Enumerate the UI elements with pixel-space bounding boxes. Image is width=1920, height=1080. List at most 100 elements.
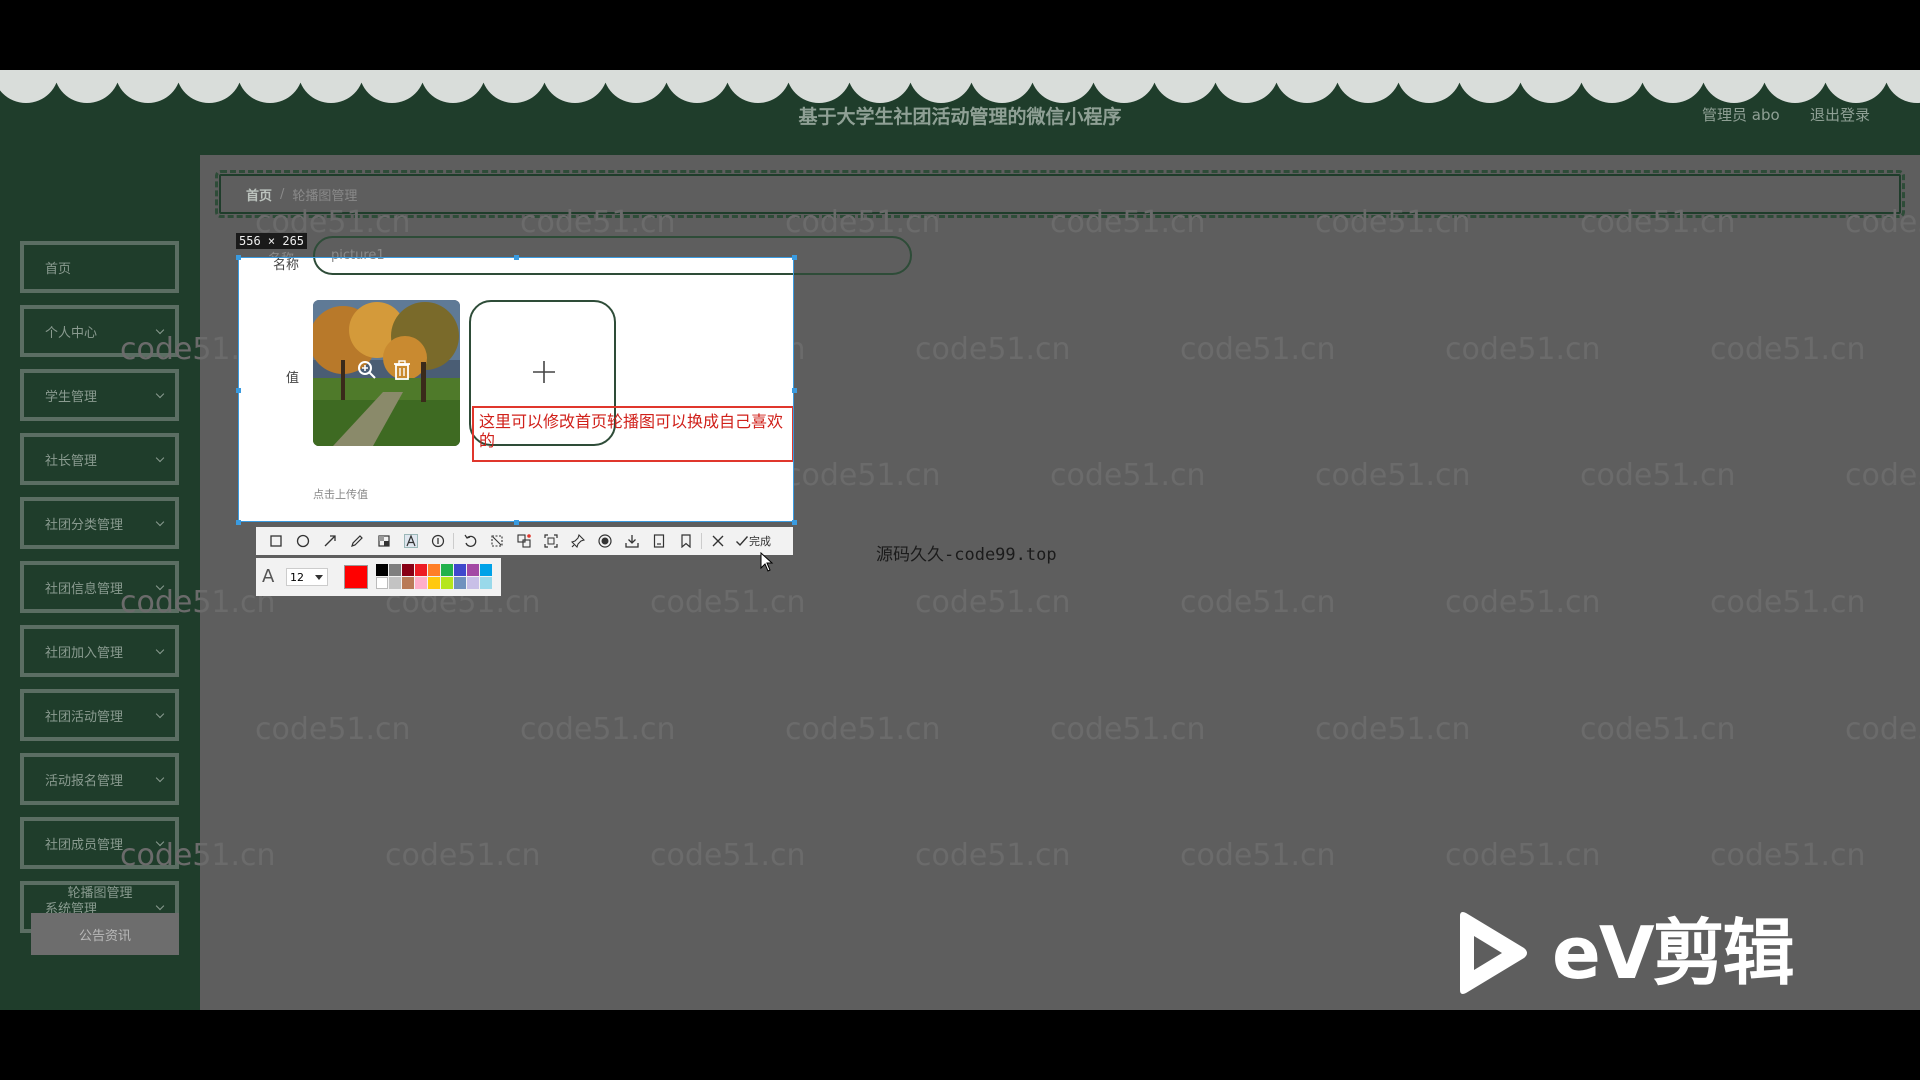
watermark-text: code51.cn <box>1050 205 1206 240</box>
bookmark-tool-button[interactable] <box>672 527 699 555</box>
font-size-select[interactable]: 12 <box>286 568 328 586</box>
serial-number-tool-button[interactable] <box>424 527 451 555</box>
color-swatch[interactable] <box>402 564 414 576</box>
resize-handle[interactable] <box>514 255 519 260</box>
color-swatch[interactable] <box>389 564 401 576</box>
watermark-text: code51.cn <box>1710 332 1866 367</box>
sidebar-item-label: 社团活动管理 <box>45 709 124 725</box>
scallop-shape <box>1884 70 1920 103</box>
sidebar-item-label: 学生管理 <box>45 389 98 405</box>
scallop-shape <box>1091 70 1157 103</box>
pin-tool-button[interactable] <box>564 527 591 555</box>
sidebar-item-label: 社团信息管理 <box>45 581 124 597</box>
color-swatch[interactable] <box>454 564 466 576</box>
scallop-shape <box>847 70 913 103</box>
ellipse-tool-button[interactable] <box>289 527 316 555</box>
scallop-shape <box>1396 70 1462 103</box>
text-tool-button[interactable] <box>397 527 424 555</box>
redo-icon <box>490 535 503 547</box>
scallop-shape <box>1274 70 1340 103</box>
scallop-shape <box>1152 70 1218 103</box>
color-swatch[interactable] <box>402 577 414 589</box>
sidebar-item[interactable]: 社团加入管理 <box>20 625 179 677</box>
sidebar-item-label: 社长管理 <box>45 453 98 469</box>
watermark-text: code51.cn <box>1580 205 1736 240</box>
chevron-down-icon <box>155 453 165 463</box>
resize-handle[interactable] <box>236 520 241 525</box>
color-swatch[interactable] <box>441 564 453 576</box>
color-swatch[interactable] <box>428 564 440 576</box>
resize-handle[interactable] <box>236 387 241 393</box>
save-tool-button[interactable] <box>645 527 672 555</box>
sidebar-item[interactable]: 活动报名管理 <box>20 753 179 805</box>
record-tool-button[interactable] <box>591 527 618 555</box>
sidebar-item[interactable]: 社长管理 <box>20 433 179 485</box>
value-field-label: 值 <box>285 371 299 386</box>
color-swatch[interactable] <box>376 564 388 576</box>
done-button[interactable]: 完成 <box>731 533 771 549</box>
cancel-button[interactable] <box>704 527 731 555</box>
color-swatch[interactable] <box>441 577 453 589</box>
watermark-text: code51.cn <box>1710 585 1866 620</box>
sidebar-item[interactable]: 首页 <box>20 241 179 293</box>
color-swatch[interactable] <box>480 577 492 589</box>
breadcrumb-home[interactable]: 首页 <box>246 185 272 204</box>
color-swatch[interactable] <box>376 577 388 589</box>
sidebar-item-label: 社团成员管理 <box>45 837 124 853</box>
scallop-shape <box>1579 70 1645 103</box>
rectangle-tool-button[interactable] <box>262 527 289 555</box>
mosaic-tool-button[interactable] <box>370 527 397 555</box>
sidebar-subitem-banner-management[interactable]: 轮播图管理 <box>0 882 200 901</box>
ocr-icon <box>516 534 531 548</box>
pin-region-tool-button[interactable] <box>537 527 564 555</box>
sidebar-subitem-notices[interactable]: 公告资讯 <box>31 913 179 955</box>
scallop-decoration <box>0 70 1920 103</box>
trash-icon[interactable] <box>393 360 411 380</box>
download-tool-button[interactable] <box>618 527 645 555</box>
zoom-in-icon[interactable] <box>357 360 377 380</box>
redo-tool-button[interactable] <box>483 527 510 555</box>
watermark-text: code51.cn <box>785 458 941 493</box>
scallop-shape <box>0 70 59 103</box>
resize-handle[interactable] <box>514 520 519 525</box>
pencil-tool-button[interactable] <box>343 527 370 555</box>
scallop-shape <box>1762 70 1828 103</box>
color-swatch[interactable] <box>415 564 427 576</box>
watermark-text: code51.cn <box>915 585 1071 620</box>
sidebar-item[interactable]: 社团分类管理 <box>20 497 179 549</box>
undo-tool-button[interactable] <box>456 527 483 555</box>
color-swatch[interactable] <box>467 577 479 589</box>
pin-region-icon <box>543 534 558 548</box>
resize-handle[interactable] <box>236 255 241 260</box>
sidebar-item-label: 社团加入管理 <box>45 645 124 661</box>
current-color-swatch[interactable] <box>344 565 368 589</box>
text-style-toolbar: A 12 <box>256 558 501 596</box>
logout-link[interactable]: 退出登录 <box>1810 104 1870 125</box>
sidebar-item[interactable]: 社团活动管理 <box>20 689 179 741</box>
resize-handle[interactable] <box>792 387 797 393</box>
sidebar-item[interactable]: 学生管理 <box>20 369 179 421</box>
header: 基于大学生社团活动管理的微信小程序 管理员 abo 退出登录 <box>0 70 1920 155</box>
arrow-tool-button[interactable] <box>316 527 343 555</box>
watermark-text: code51.cn <box>1445 585 1601 620</box>
screenshot-selection[interactable]: 名称 picture1 值 <box>238 257 794 522</box>
annotation-text-box[interactable]: 这里可以修改首页轮播图可以换成自己喜欢的 <box>472 406 793 462</box>
ocr-tool-button[interactable] <box>510 527 537 555</box>
scallop-shape <box>725 70 791 103</box>
color-swatch[interactable] <box>415 577 427 589</box>
color-swatch[interactable] <box>428 577 440 589</box>
color-swatch[interactable] <box>454 577 466 589</box>
watermark-text: code51.cn <box>1180 585 1336 620</box>
app-screen: 基于大学生社团活动管理的微信小程序 管理员 abo 退出登录 首页 个人中心 学生管… <box>0 70 1920 1010</box>
watermark-text: code51.cn <box>1580 712 1736 747</box>
color-swatch[interactable] <box>480 564 492 576</box>
color-swatch[interactable] <box>389 577 401 589</box>
chevron-down-icon <box>155 773 165 783</box>
name-input[interactable]: picture1 <box>313 258 793 275</box>
resize-handle[interactable] <box>792 255 797 260</box>
font-size-value: 12 <box>290 570 304 584</box>
scallop-shape <box>176 70 242 103</box>
resize-handle[interactable] <box>792 520 797 525</box>
color-swatch[interactable] <box>467 564 479 576</box>
chevron-down-icon <box>155 517 165 527</box>
